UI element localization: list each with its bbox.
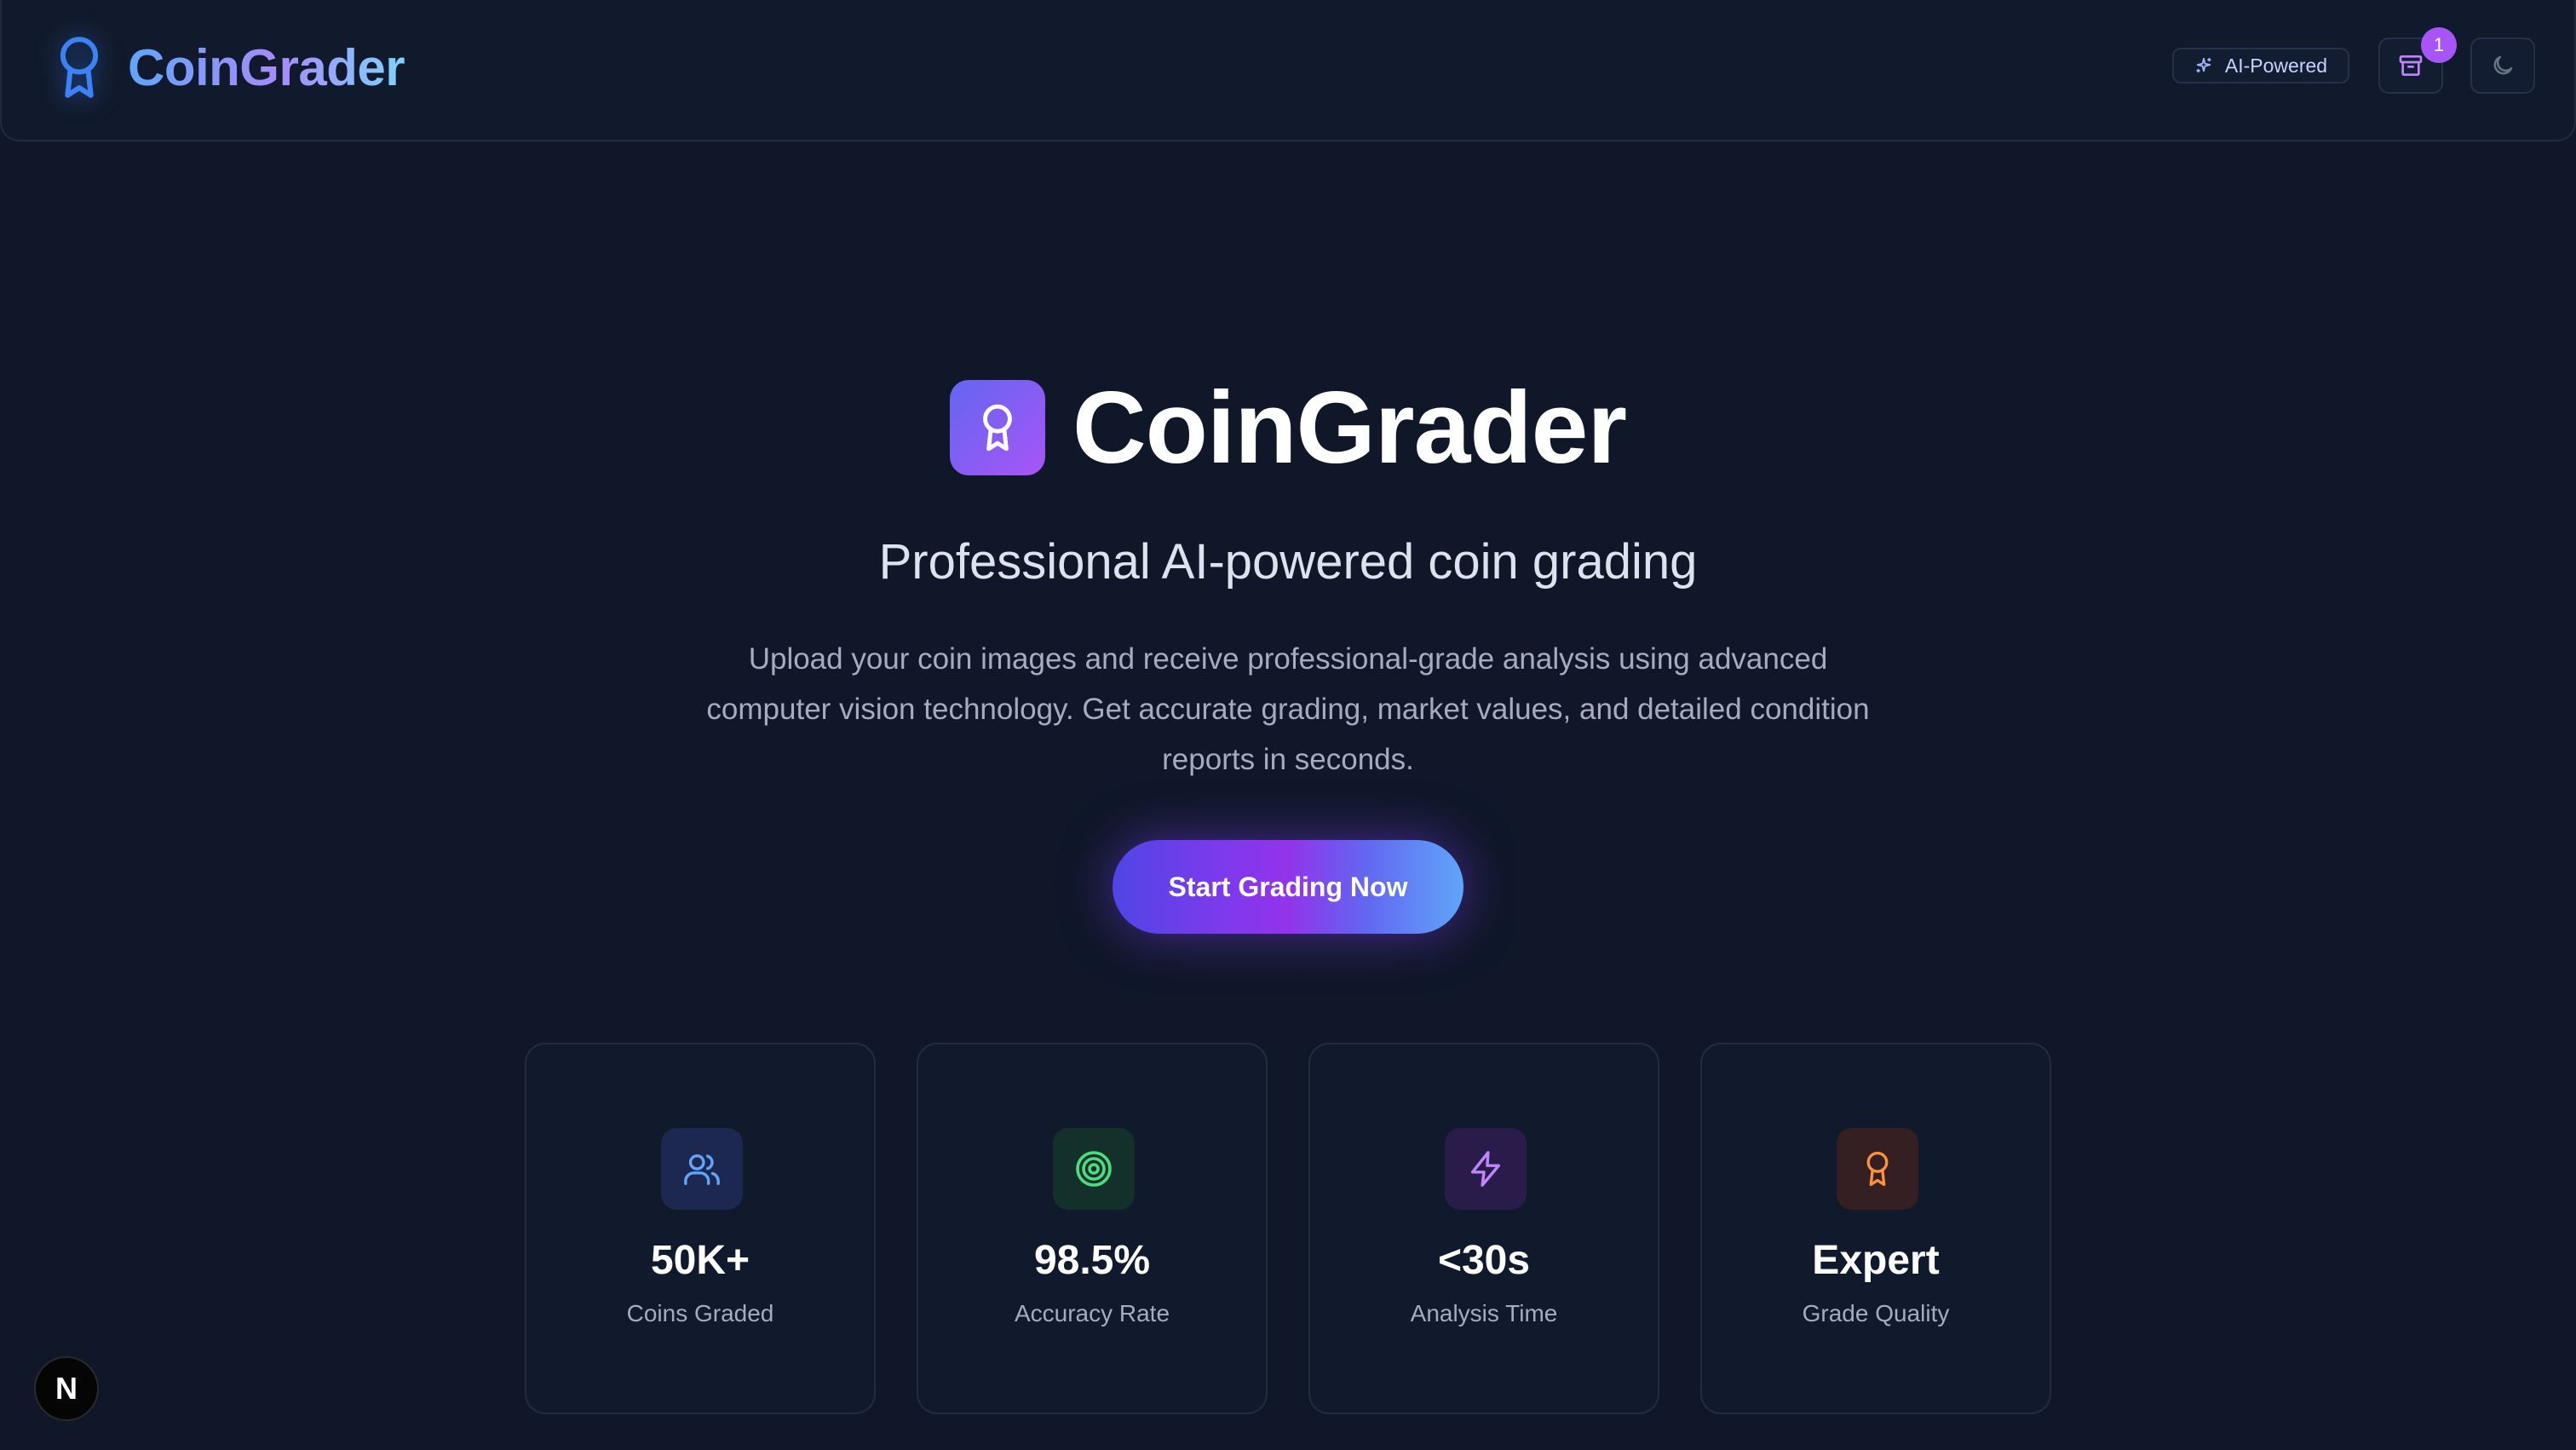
stat-card-coins-graded: 50K+ Coins Graded bbox=[525, 1043, 876, 1414]
start-grading-button[interactable]: Start Grading Now bbox=[1113, 840, 1463, 934]
sparkles-icon bbox=[2196, 57, 2211, 73]
stat-label: Grade Quality bbox=[1802, 1300, 1950, 1326]
lightning-icon bbox=[1470, 1151, 1501, 1187]
stat-icon-box bbox=[1445, 1128, 1527, 1210]
brand-link[interactable]: CoinGrader bbox=[51, 32, 405, 102]
dev-tools-letter: N bbox=[55, 1371, 78, 1406]
stats-row: 50K+ Coins Graded 98.5% Accuracy Rate <3… bbox=[525, 1043, 2051, 1414]
stat-value: 98.5% bbox=[1033, 1238, 1151, 1283]
award-icon bbox=[1866, 1151, 1889, 1187]
stat-icon-box bbox=[661, 1128, 743, 1210]
stat-label: Analysis Time bbox=[1410, 1300, 1558, 1326]
archive-icon bbox=[2399, 55, 2423, 76]
stat-card-grade-quality: Expert Grade Quality bbox=[1700, 1043, 2051, 1414]
stat-icon-box bbox=[1053, 1128, 1135, 1210]
stat-icon-box bbox=[1837, 1128, 1918, 1210]
hero-subtitle: Professional AI-powered coin grading bbox=[878, 534, 1698, 590]
target-icon bbox=[1076, 1151, 1112, 1187]
stat-value: <30s bbox=[1437, 1238, 1531, 1283]
stat-label: Accuracy Rate bbox=[1014, 1300, 1170, 1326]
stat-value: 50K+ bbox=[650, 1238, 750, 1283]
hero-logo bbox=[949, 380, 1045, 475]
notification-count-badge: 1 bbox=[2421, 27, 2457, 63]
brand-name: CoinGrader bbox=[128, 38, 405, 96]
page: CoinGrader AI-Powered 1 CoinGrader Profe… bbox=[0, 0, 2576, 1450]
dev-tools-badge[interactable]: N bbox=[34, 1356, 99, 1421]
stat-card-accuracy-rate: 98.5% Accuracy Rate bbox=[917, 1043, 1268, 1414]
users-icon bbox=[684, 1154, 720, 1185]
hero-title-row: CoinGrader bbox=[0, 368, 2576, 487]
top-header: CoinGrader AI-Powered 1 bbox=[0, 0, 2576, 141]
ai-powered-badge: AI-Powered bbox=[2172, 48, 2349, 83]
award-icon bbox=[60, 37, 99, 98]
stat-value: Expert bbox=[1812, 1238, 1940, 1283]
stat-card-analysis-time: <30s Analysis Time bbox=[1308, 1043, 1659, 1414]
stat-label: Coins Graded bbox=[626, 1300, 774, 1326]
moon-icon bbox=[2493, 55, 2513, 75]
theme-toggle-button[interactable] bbox=[2470, 37, 2535, 94]
ai-powered-label: AI-Powered bbox=[2224, 54, 2328, 77]
award-icon bbox=[982, 404, 1012, 452]
hero-description: Upload your coin images and receive prof… bbox=[706, 642, 1870, 776]
hero-title: CoinGrader bbox=[1072, 371, 1627, 485]
